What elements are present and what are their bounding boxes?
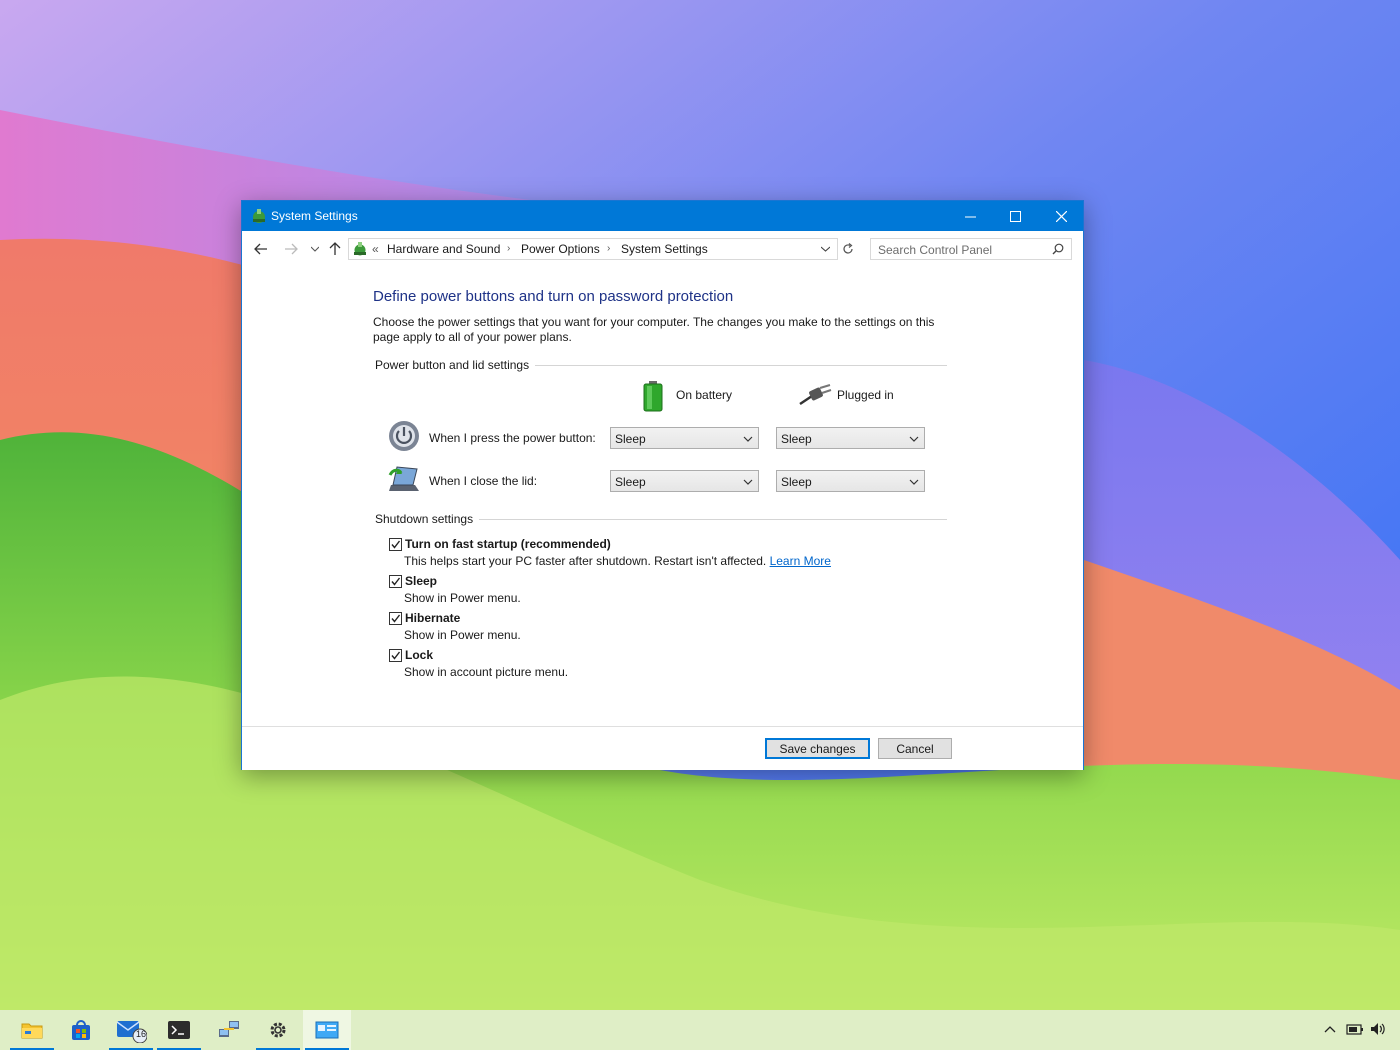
close-icon xyxy=(1055,210,1067,222)
learn-more-link[interactable]: Learn More xyxy=(770,554,831,568)
system-settings-window: System Settings « Hardware and Sound › P… xyxy=(241,200,1084,770)
refresh-button[interactable] xyxy=(838,239,858,259)
fast-startup-subtitle: This helps start your PC faster after sh… xyxy=(404,554,767,568)
control-panel-window-icon xyxy=(315,1021,339,1039)
power-button-icon xyxy=(389,421,419,451)
column-on-battery: On battery xyxy=(676,388,733,402)
forward-button[interactable] xyxy=(281,239,301,259)
hibernate-checkbox[interactable] xyxy=(389,612,402,625)
address-history-chevron-icon[interactable] xyxy=(821,246,830,252)
breadcrumb-separator-icon[interactable]: › xyxy=(507,243,510,254)
select-value: Sleep xyxy=(615,432,646,446)
chevron-down-icon xyxy=(311,246,319,252)
main-content: Define power buttons and turn on passwor… xyxy=(242,266,1083,726)
terminal-icon xyxy=(168,1021,190,1039)
refresh-icon xyxy=(843,243,853,254)
page-title: Define power buttons and turn on passwor… xyxy=(373,288,734,305)
maximize-button[interactable] xyxy=(992,201,1038,231)
recent-locations-button[interactable] xyxy=(305,239,325,259)
taskbar-file-explorer[interactable] xyxy=(8,1010,56,1050)
battery-tray-icon[interactable] xyxy=(1346,1022,1364,1036)
navigation-bar: « Hardware and Sound › Power Options › S… xyxy=(242,231,1083,266)
taskbar-terminal[interactable] xyxy=(155,1010,203,1050)
store-icon xyxy=(72,1020,90,1040)
lock-option-subtitle: Show in account picture menu. xyxy=(404,665,569,679)
close-button[interactable] xyxy=(1038,201,1084,231)
window-title: System Settings xyxy=(271,209,358,223)
taskbar-microsoft-store[interactable] xyxy=(57,1010,105,1050)
taskbar-control-panel[interactable] xyxy=(303,1010,351,1050)
select-value: Sleep xyxy=(781,432,812,446)
breadcrumb-separator-icon[interactable]: › xyxy=(607,243,610,254)
close-lid-plugged-select[interactable]: Sleep xyxy=(776,470,925,492)
chevron-down-icon xyxy=(743,436,753,442)
close-lid-battery-select[interactable]: Sleep xyxy=(610,470,759,492)
sleep-option-subtitle: Show in Power menu. xyxy=(404,591,521,605)
breadcrumb-overflow[interactable]: « xyxy=(372,242,379,256)
taskbar: 16 xyxy=(0,1010,1400,1050)
power-section-label: Power button and lid settings xyxy=(375,358,536,372)
sleep-checkbox[interactable] xyxy=(389,575,402,588)
back-arrow-icon xyxy=(254,243,267,255)
cancel-button[interactable]: Cancel xyxy=(878,738,952,759)
chevron-down-icon xyxy=(909,479,919,485)
title-bar[interactable]: System Settings xyxy=(242,201,1083,231)
battery-icon xyxy=(643,381,663,412)
search-icon xyxy=(1052,243,1064,255)
hibernate-option-title[interactable]: Hibernate xyxy=(405,611,460,625)
checkmark-icon xyxy=(391,577,401,586)
chevron-down-icon xyxy=(743,479,753,485)
laptop-lid-icon xyxy=(388,466,419,491)
up-button[interactable] xyxy=(325,239,345,259)
fast-startup-title[interactable]: Turn on fast startup (recommended) xyxy=(405,537,611,551)
breadcrumb-power-options[interactable]: Power Options xyxy=(521,242,600,256)
power-plug-icon xyxy=(799,384,832,406)
fast-startup-checkbox[interactable] xyxy=(389,538,402,551)
minimize-icon xyxy=(964,216,976,217)
sleep-option-title[interactable]: Sleep xyxy=(405,574,437,588)
network-computers-icon xyxy=(219,1021,239,1037)
close-lid-label: When I close the lid: xyxy=(429,474,538,488)
power-button-battery-select[interactable]: Sleep xyxy=(610,427,759,449)
select-value: Sleep xyxy=(781,475,812,489)
power-button-plugged-select[interactable]: Sleep xyxy=(776,427,925,449)
forward-arrow-icon xyxy=(285,243,298,255)
column-plugged-in: Plugged in xyxy=(837,388,894,402)
checkmark-icon xyxy=(391,614,401,623)
taskbar-mail[interactable]: 16 xyxy=(107,1010,155,1050)
hibernate-option-subtitle: Show in Power menu. xyxy=(404,628,521,642)
folder-icon xyxy=(21,1023,43,1039)
fast-startup-description: This helps start your PC faster after sh… xyxy=(404,554,831,568)
lock-checkbox[interactable] xyxy=(389,649,402,662)
show-hidden-icons-chevron-icon[interactable] xyxy=(1324,1025,1336,1033)
chevron-down-icon xyxy=(909,436,919,442)
search-placeholder: Search Control Panel xyxy=(878,243,993,257)
shutdown-section-label: Shutdown settings xyxy=(375,512,480,526)
breadcrumb-hardware-and-sound[interactable]: Hardware and Sound xyxy=(387,242,500,256)
search-input[interactable]: Search Control Panel xyxy=(870,238,1072,260)
taskbar-settings[interactable] xyxy=(254,1010,302,1050)
taskbar-network-settings[interactable] xyxy=(205,1010,253,1050)
volume-icon[interactable] xyxy=(1370,1022,1386,1036)
power-options-app-icon xyxy=(253,209,265,223)
select-value: Sleep xyxy=(615,475,646,489)
back-button[interactable] xyxy=(251,239,271,259)
page-description: Choose the power settings that you want … xyxy=(373,315,935,344)
lock-option-title[interactable]: Lock xyxy=(405,648,433,662)
dialog-footer: Save changes Cancel xyxy=(242,726,1083,770)
minimize-button[interactable] xyxy=(947,201,993,231)
checkmark-icon xyxy=(391,540,401,549)
gear-icon xyxy=(270,1022,286,1038)
breadcrumb-system-settings[interactable]: System Settings xyxy=(621,242,708,256)
power-button-label: When I press the power button: xyxy=(429,431,596,445)
checkmark-icon xyxy=(391,651,401,660)
maximize-icon xyxy=(1009,210,1021,222)
address-bar[interactable]: « Hardware and Sound › Power Options › S… xyxy=(348,238,838,260)
mail-badge: 16 xyxy=(136,1029,147,1039)
control-panel-icon xyxy=(354,242,366,256)
up-arrow-icon xyxy=(329,242,341,255)
save-changes-button[interactable]: Save changes xyxy=(765,738,870,759)
